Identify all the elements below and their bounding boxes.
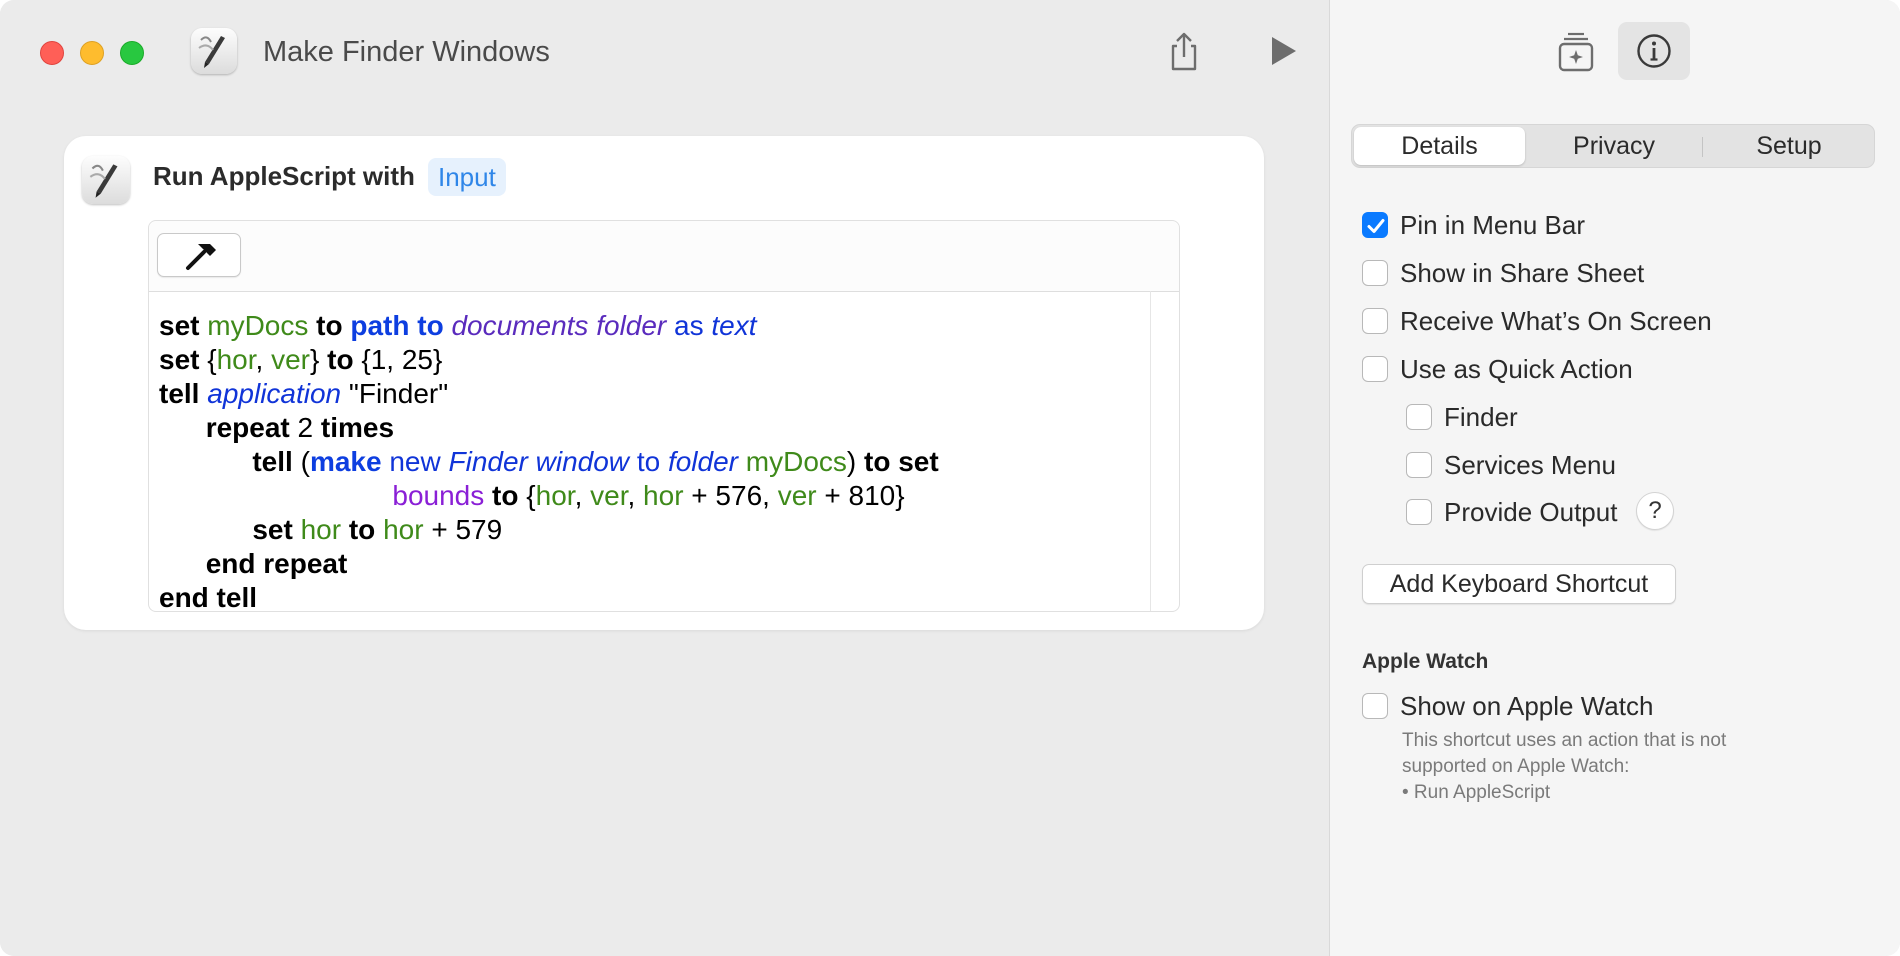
code-line-7: set hor to hor + 579 [252, 514, 503, 545]
sidebar-tab-bar: Details Privacy Setup [1351, 124, 1875, 168]
action-title: Run AppleScript with [153, 161, 415, 191]
option-label: Pin in Menu Bar [1400, 210, 1585, 240]
add-to-library-button[interactable] [1554, 30, 1598, 74]
option-label: Provide Output [1444, 497, 1618, 527]
code-line-6: bounds to {hor, ver, hor + 576, ver + 81… [392, 480, 905, 511]
apple-watch-note: This shortcut uses an action that is not… [1402, 728, 1822, 806]
add-to-library-icon [1558, 32, 1594, 72]
play-icon [1272, 37, 1296, 65]
finder-checkbox[interactable] [1406, 404, 1432, 430]
note-line: supported on Apple Watch: [1402, 756, 1630, 777]
option-label: Services Menu [1444, 450, 1616, 480]
script-editor[interactable]: set myDocs to path to documents folder a… [148, 220, 1180, 615]
checkmark-icon [1367, 219, 1385, 233]
services-menu-checkbox[interactable] [1406, 452, 1432, 478]
share-button[interactable] [1162, 29, 1206, 73]
close-button[interactable] [40, 41, 64, 65]
pin-in-menu-bar-checkbox[interactable] [1362, 212, 1388, 238]
add-keyboard-shortcut-button[interactable]: Add Keyboard Shortcut [1362, 564, 1676, 604]
hammer-icon [186, 244, 216, 270]
apple-watch-heading: Apple Watch [1362, 650, 1489, 673]
code-line-9: end tell [159, 582, 258, 613]
note-line: • Run AppleScript [1402, 782, 1551, 803]
use-as-quick-action-checkbox[interactable] [1362, 356, 1388, 382]
code-line-3: tell application "Finder" [159, 378, 449, 409]
note-line: This shortcut uses an action that is not [1402, 730, 1727, 751]
code-line-1: set myDocs to path to documents folder a… [159, 310, 757, 341]
show-on-apple-watch-checkbox[interactable] [1362, 693, 1388, 719]
info-button[interactable] [1618, 22, 1690, 80]
code-line-8: end repeat [205, 548, 348, 579]
tab-details[interactable]: Details [1354, 127, 1525, 165]
info-icon [1637, 34, 1671, 68]
tab-setup[interactable]: Setup [1704, 127, 1874, 165]
app-window: Make Finder Windows Run AppleScript with… [0, 0, 1900, 956]
compile-button[interactable] [157, 233, 241, 277]
action-card: Run AppleScript with Input set myDocs to… [64, 136, 1264, 630]
zoom-button[interactable] [120, 41, 144, 65]
option-label: Use as Quick Action [1400, 354, 1633, 384]
editor-scrollbar[interactable] [1150, 291, 1179, 611]
provide-output-checkbox[interactable] [1406, 499, 1432, 525]
input-variable-pill[interactable]: Input [428, 158, 506, 196]
minimize-button[interactable] [80, 41, 104, 65]
tab-privacy[interactable]: Privacy [1528, 127, 1700, 165]
show-in-share-sheet-checkbox[interactable] [1362, 260, 1388, 286]
help-button[interactable]: ? [1636, 492, 1674, 530]
script-editor-app-icon [191, 28, 237, 74]
option-label: Finder [1444, 402, 1518, 432]
editor-toolbar [149, 221, 1179, 292]
code-line-4: repeat 2 times [205, 412, 395, 443]
receive-whats-on-screen-checkbox[interactable] [1362, 308, 1388, 334]
applescript-code[interactable]: set myDocs to path to documents folder a… [159, 309, 939, 615]
run-button[interactable] [1262, 29, 1306, 73]
tab-divider [1702, 137, 1703, 157]
window-title: Make Finder Windows [263, 36, 550, 68]
option-label: Show in Share Sheet [1400, 258, 1645, 288]
share-icon [1171, 32, 1197, 71]
editor-pane: Make Finder Windows Run AppleScript with… [0, 0, 1329, 956]
code-line-2: set {hor, ver} to {1, 25} [159, 344, 443, 375]
option-label: Show on Apple Watch [1400, 691, 1654, 721]
applescript-action-icon [82, 156, 130, 204]
code-line-5: tell (make new Finder window to folder m… [252, 446, 939, 477]
option-label: Receive What’s On Screen [1400, 306, 1712, 336]
